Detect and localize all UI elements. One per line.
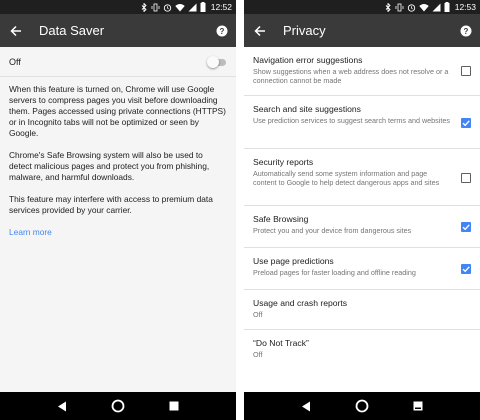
status-icons <box>141 2 206 12</box>
data-saver-toggle-row[interactable]: Off <box>0 47 236 77</box>
switch-thumb <box>207 55 219 68</box>
back-arrow-icon[interactable] <box>244 14 276 47</box>
help-icon[interactable]: ? <box>452 14 480 47</box>
description-paragraph: This feature may interfere with access t… <box>9 194 213 215</box>
data-saver-switch[interactable] <box>207 55 227 68</box>
vibrate-icon <box>395 3 404 11</box>
setting-summary: Preload pages for faster loading and off… <box>253 268 416 277</box>
wifi-icon <box>419 3 429 11</box>
alarm-icon <box>407 3 415 12</box>
setting-title: “Do Not Track” <box>253 338 309 348</box>
safe-browsing-checkbox[interactable] <box>461 222 471 232</box>
status-bar: 12:53 <box>244 0 480 14</box>
battery-icon <box>444 2 450 12</box>
setting-safe-browsing[interactable]: Safe Browsing Protect you and your devic… <box>244 206 480 248</box>
setting-summary: Off <box>253 310 263 319</box>
setting-search-and-site-suggestions[interactable]: Search and site suggestions Use predicti… <box>244 96 480 149</box>
status-bar: 12:52 <box>0 0 236 14</box>
vibrate-icon <box>151 3 160 11</box>
status-icons <box>385 2 450 12</box>
signal-icon <box>188 3 197 11</box>
status-time: 12:53 <box>454 2 476 12</box>
setting-navigation-error-suggestions[interactable]: Navigation error suggestions Show sugges… <box>244 47 480 96</box>
data-saver-screen: 12:52 Data Saver ? Off When this feature… <box>0 0 236 420</box>
wifi-icon <box>175 3 185 11</box>
nav-home-icon[interactable] <box>108 396 128 416</box>
app-toolbar: Privacy ? <box>244 14 480 47</box>
page-title: Data Saver <box>39 23 105 38</box>
security-reports-checkbox[interactable] <box>461 173 471 183</box>
alarm-icon <box>163 3 171 12</box>
nav-home-icon[interactable] <box>352 396 372 416</box>
navigation-bar <box>0 392 236 420</box>
setting-title: Safe Browsing <box>253 214 309 224</box>
setting-security-reports[interactable]: Security reports Automatically send some… <box>244 149 480 206</box>
setting-title: Security reports <box>253 157 314 167</box>
checkmark-icon <box>462 120 470 127</box>
privacy-settings-list: Navigation error suggestions Show sugges… <box>244 47 480 370</box>
page-predictions-checkbox[interactable] <box>461 264 471 274</box>
checkmark-icon <box>462 266 470 273</box>
privacy-screen: 12:53 Privacy ? Navigation error suggest… <box>244 0 480 420</box>
setting-summary: Use prediction services to suggest searc… <box>253 116 450 125</box>
description-paragraph: Chrome's Safe Browsing system will also … <box>9 150 210 182</box>
setting-title: Usage and crash reports <box>253 298 348 308</box>
nav-back-icon[interactable] <box>296 396 316 416</box>
toggle-state-label: Off <box>9 56 21 67</box>
learn-more-link[interactable]: Learn more <box>9 227 227 238</box>
setting-summary: Show suggestions when a web address does… <box>253 67 449 85</box>
nav-back-icon[interactable] <box>52 396 72 416</box>
help-icon[interactable]: ? <box>208 14 236 47</box>
svg-text:?: ? <box>464 27 469 36</box>
page-title: Privacy <box>283 23 326 38</box>
setting-title: Use page predictions <box>253 256 334 266</box>
setting-usage-and-crash-reports[interactable]: Usage and crash reports Off <box>244 290 480 330</box>
nav-recents-icon[interactable] <box>408 396 428 416</box>
setting-summary: Protect you and your device from dangero… <box>253 226 412 235</box>
setting-title: Search and site suggestions <box>253 104 361 114</box>
bluetooth-icon <box>141 2 147 12</box>
description-paragraph: When this feature is turned on, Chrome w… <box>9 84 226 138</box>
navigation-bar <box>244 392 480 420</box>
bluetooth-icon <box>385 2 391 12</box>
svg-text:?: ? <box>220 27 225 36</box>
status-time: 12:52 <box>210 2 232 12</box>
nav-recents-icon[interactable] <box>164 396 184 416</box>
setting-use-page-predictions[interactable]: Use page predictions Preload pages for f… <box>244 248 480 290</box>
data-saver-description: When this feature is turned on, Chrome w… <box>9 84 227 238</box>
back-arrow-icon[interactable] <box>0 14 32 47</box>
setting-summary: Automatically send some system informati… <box>253 169 440 187</box>
signal-icon <box>432 3 441 11</box>
checkmark-icon <box>462 224 470 231</box>
setting-summary: Off <box>253 350 263 359</box>
battery-icon <box>200 2 206 12</box>
setting-do-not-track[interactable]: “Do Not Track” Off <box>244 330 480 370</box>
setting-title: Navigation error suggestions <box>253 55 363 65</box>
navigation-error-checkbox[interactable] <box>461 66 471 76</box>
app-toolbar: Data Saver ? <box>0 14 236 47</box>
search-suggestions-checkbox[interactable] <box>461 118 471 128</box>
